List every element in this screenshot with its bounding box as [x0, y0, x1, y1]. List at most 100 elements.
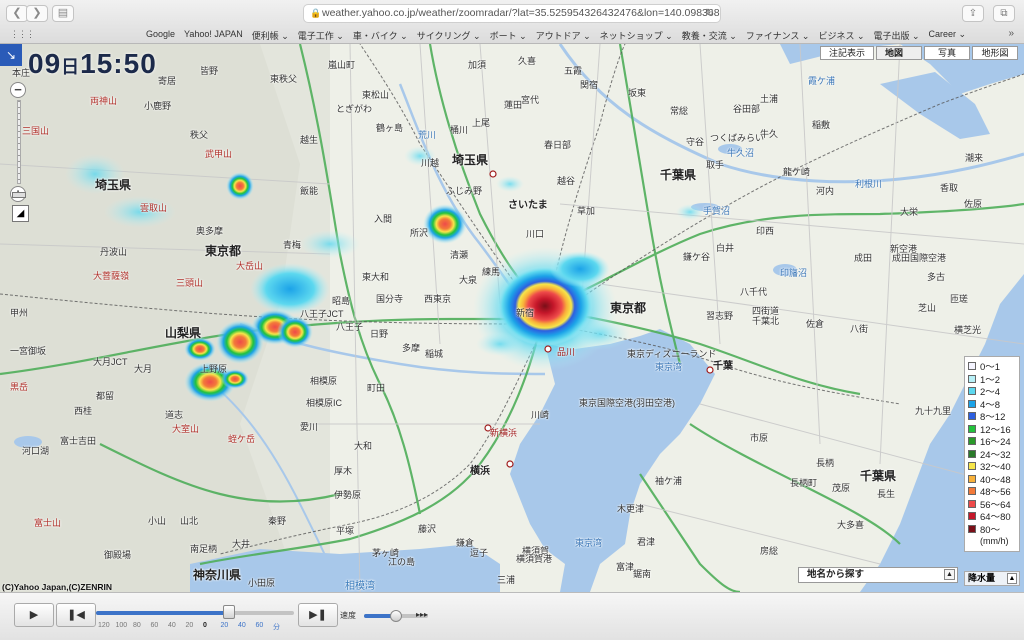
bookmark-item[interactable]: 電子出版 ⌄ [874, 29, 920, 42]
place-label: 道志 [165, 410, 184, 420]
place-label: 埼玉県 [452, 153, 489, 167]
bookmark-item[interactable]: 教養・交流 ⌄ [682, 29, 737, 42]
legend-item: 8〜12 [968, 410, 1016, 423]
place-label: 長生 [877, 489, 896, 499]
bookmarks-more-button[interactable]: » [1008, 28, 1014, 39]
timeline-thumb[interactable] [222, 605, 235, 619]
place-label: 大菩薩嶺 [93, 271, 130, 281]
fullscreen-icon[interactable]: ◢ [12, 205, 29, 222]
place-label: 大井 [232, 539, 251, 549]
place-label: 昭島 [332, 296, 351, 306]
bookmark-list: Google Yahoo! JAPAN 便利帳 ⌄ 電子工作 ⌄ 車・バイク ⌄ サイクリ… [146, 29, 966, 42]
legend-rows: 0〜1 1〜2 2〜4 4〜8 8〜12 12〜16 16〜24 24〜32 32〜40 40〜4… [968, 360, 1016, 536]
place-label: 佐倉 [806, 319, 825, 329]
legend-swatch [968, 437, 976, 446]
timeline-unit: 分 [273, 624, 280, 631]
bookmark-item[interactable]: 便利帳 ⌄ [252, 29, 289, 42]
place-label: 多古 [927, 272, 946, 282]
zoom-slider-knob[interactable] [12, 192, 26, 198]
bookmark-item[interactable]: アウトドア ⌄ [536, 29, 591, 42]
bookmark-item[interactable]: ネットショップ ⌄ [600, 29, 673, 42]
place-label: 藤沢 [418, 524, 437, 534]
place-label: さいたま [508, 200, 548, 211]
place-label: 東京都 [610, 301, 647, 315]
place-label: 荒川 [418, 130, 437, 140]
place-label: 蛭ケ岳 [228, 434, 256, 444]
step-forward-button[interactable]: ▶❚ [298, 603, 338, 627]
timeline-slider[interactable] [96, 605, 294, 619]
reload-icon[interactable]: ↻ [705, 5, 714, 22]
grid-icon[interactable]: ⋮⋮⋮ [10, 29, 35, 40]
place-label: 町田 [367, 383, 386, 393]
expand-icon[interactable]: ▲ [944, 569, 955, 580]
place-label: 甲州 [10, 308, 29, 318]
legend-swatch [968, 362, 976, 371]
address-bar[interactable]: 🔒 weather.yahoo.co.jp/weather/zoomradar/… [303, 4, 721, 23]
bookmark-item[interactable]: ファイナンス ⌄ [746, 29, 810, 42]
play-icon: ▶ [29, 609, 39, 621]
place-label: 大月JCT [93, 357, 128, 367]
place-label: 新空港 [890, 244, 918, 254]
bookmark-item[interactable]: 車・バイク ⌄ [353, 29, 408, 42]
legend-swatch [968, 374, 976, 383]
bookmark-item[interactable]: Career ⌄ [929, 29, 967, 42]
map-base [0, 44, 1024, 592]
place-label: 久喜 [518, 56, 537, 66]
bookmarks-bar: ⋮⋮⋮ Google Yahoo! JAPAN 便利帳 ⌄ 電子工作 ⌄ 車・バイク ⌄… [0, 27, 1024, 43]
radar-map[interactable]: 埼玉県 東京都 山梨県 神奈川県 埼玉県 千葉県 東京都 千葉県 千葉 横浜 さいたま 東京湾 東京湾相… [0, 44, 1024, 592]
place-label: 小山 [148, 516, 167, 526]
collapse-arrow-icon[interactable]: ↘ [0, 44, 22, 66]
place-label: 長柄町 [790, 478, 818, 488]
place-label: 蓮田 [504, 100, 523, 110]
step-back-button[interactable]: ❚◀ [56, 603, 96, 627]
place-label: 新横浜 [490, 428, 518, 438]
bookmark-item[interactable]: 電子工作 ⌄ [298, 29, 344, 42]
bookmark-item[interactable]: ボート ⌄ [490, 29, 527, 42]
place-label: 常総 [670, 106, 689, 116]
place-label: 四街道 [752, 306, 780, 316]
place-label: 黒岳 [10, 382, 29, 392]
tabs-icon[interactable]: ⧉ [993, 5, 1015, 22]
speed-knob[interactable] [390, 610, 402, 622]
place-label: 霞ケ浦 [808, 76, 836, 86]
place-label: 飯能 [300, 186, 319, 196]
bookmark-item[interactable]: Google [146, 29, 175, 42]
chevron-right-icon[interactable]: ❯ [26, 5, 48, 22]
place-label: 九十九里 [915, 406, 952, 416]
zoom-out-button[interactable]: − [10, 82, 26, 98]
timeline-tick: 40 [238, 622, 246, 629]
sidebar-icon[interactable]: ▤ [52, 5, 74, 22]
place-label: 大岳山 [236, 261, 264, 271]
speed-label: 速度 [340, 611, 356, 620]
place-search-panel[interactable]: 地名から探す ▲ [798, 567, 958, 583]
timeline-tick: 0 [203, 622, 207, 629]
place-label: 小田原 [248, 578, 276, 588]
bookmark-item[interactable]: サイクリング ⌄ [417, 29, 481, 42]
place-label: 東大和 [362, 272, 390, 282]
zoom-slider[interactable] [17, 100, 21, 184]
chevron-left-icon[interactable]: ❮ [6, 5, 28, 22]
bookmark-item[interactable]: Yahoo! JAPAN [184, 29, 243, 42]
share-icon[interactable]: ⇪ [962, 5, 984, 22]
legend-item: 64〜80 [968, 510, 1016, 523]
place-label: 五霞 [564, 66, 583, 76]
radar-day: 09 [28, 48, 62, 79]
place-label: 平塚 [336, 526, 355, 536]
notes-toggle-button[interactable]: 注記表示 [819, 46, 874, 60]
place-label: 越生 [300, 135, 319, 145]
bookmark-item[interactable]: ビジネス ⌄ [818, 29, 864, 42]
tab-photo[interactable]: 写真 [924, 46, 970, 60]
play-button[interactable]: ▶ [14, 603, 54, 627]
place-label: 富士山 [34, 518, 62, 528]
legend-swatch [968, 474, 976, 483]
tab-map[interactable]: 地図 [876, 46, 922, 60]
tab-terrain[interactable]: 地形図 [972, 46, 1018, 60]
legend-swatch [968, 487, 976, 496]
place-label: 桶川 [450, 125, 469, 135]
place-label: 上野原 [200, 364, 228, 374]
map-type-tabs: 注記表示 地図 写真 地形図 [819, 46, 1018, 60]
legend-title-bar[interactable]: 降水量 ▲ [964, 571, 1020, 586]
expand-icon[interactable]: ▲ [1007, 573, 1017, 584]
place-label: 川口 [526, 229, 545, 239]
place-label: 逗子 [470, 548, 489, 558]
